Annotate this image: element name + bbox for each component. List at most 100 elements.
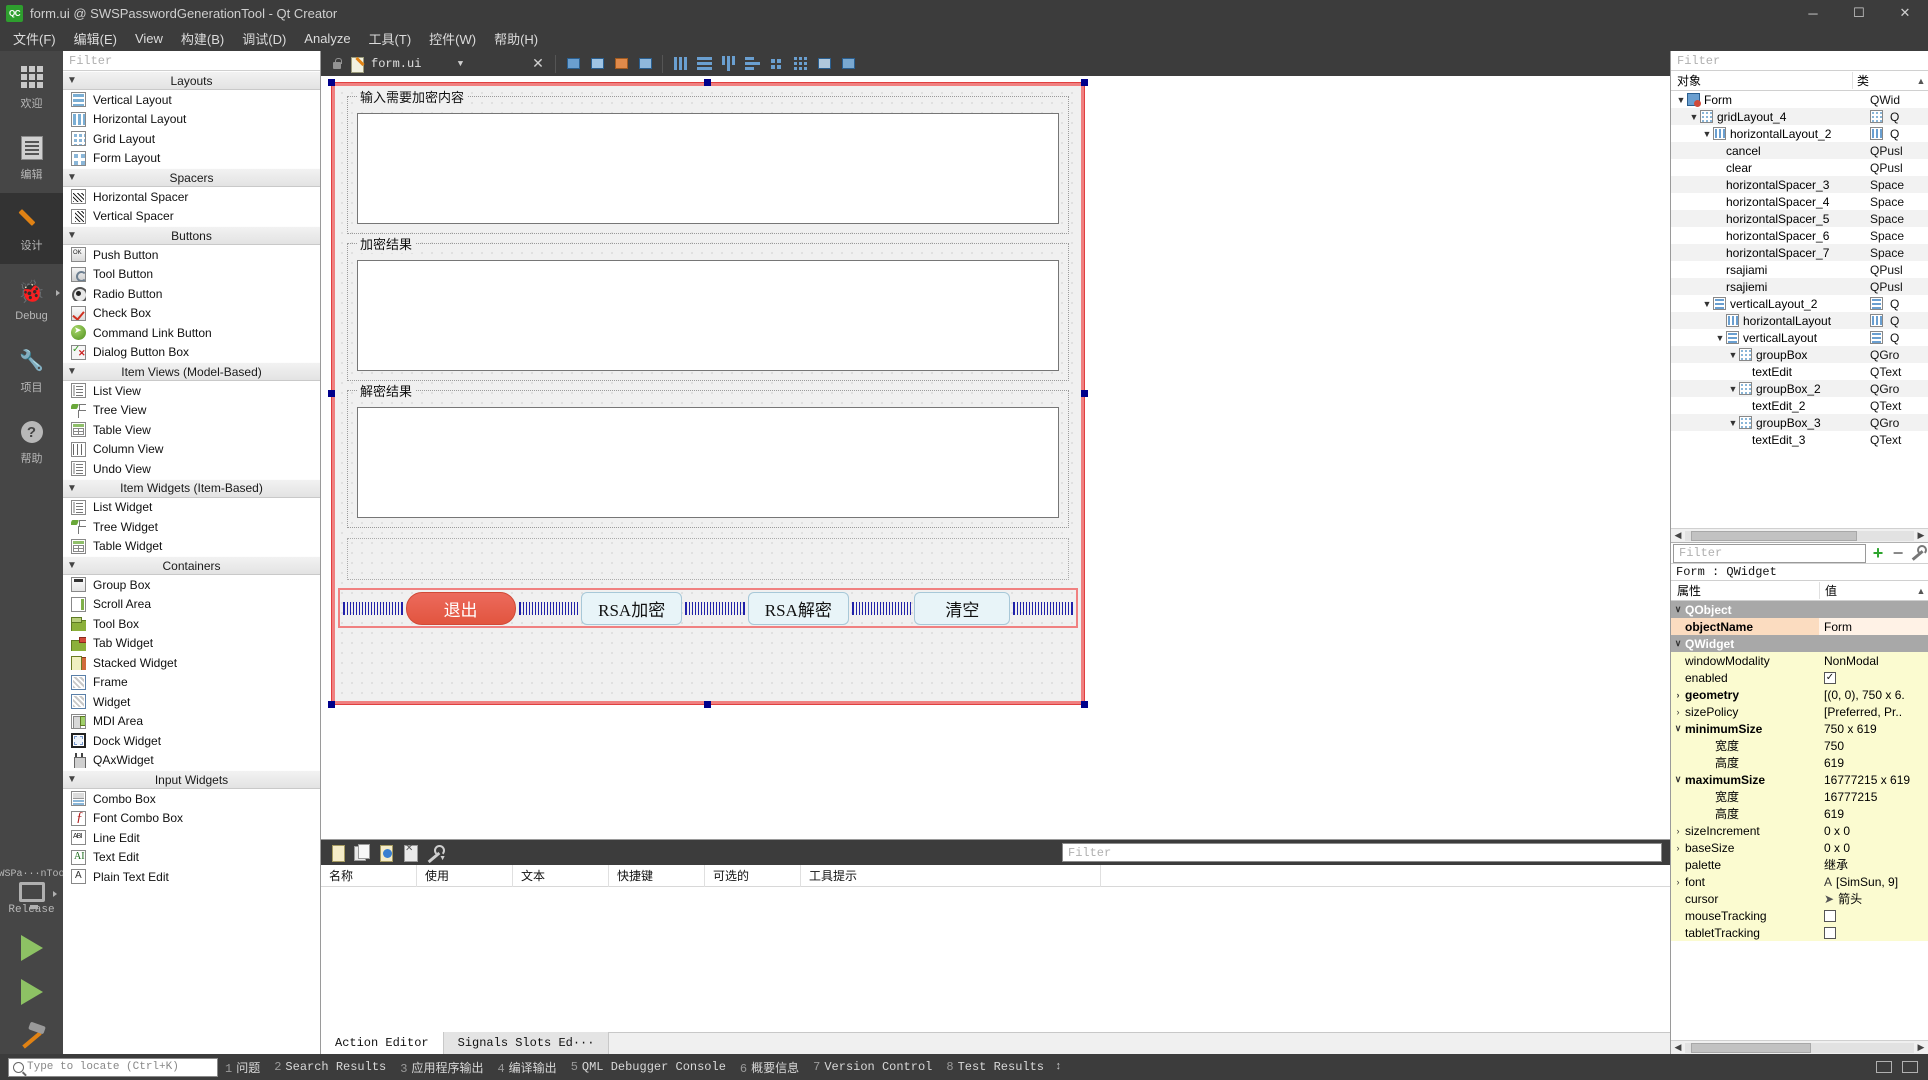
output-pane-应用程序输出[interactable]: 3 应用程序输出	[393, 1059, 490, 1076]
property-table[interactable]: ∨ QObject objectName Form ∨ QWidget windowModa…	[1671, 601, 1928, 1040]
widget-category-spacers[interactable]: ▼ Spacers	[63, 168, 320, 187]
property-row[interactable]: › baseSize 0 x 0	[1671, 839, 1928, 856]
hscroll-track[interactable]	[1685, 530, 1914, 541]
mode-编辑[interactable]: 编辑	[0, 122, 63, 193]
object-tree-row[interactable]: textEdit_2 QText	[1671, 397, 1928, 414]
hammer-icon[interactable]	[19, 1022, 45, 1048]
prop-hscroll-thumb[interactable]	[1691, 1042, 1811, 1053]
output-pane-QML Debugger Console[interactable]: 5 QML Debugger Console	[564, 1060, 733, 1074]
widget-item-radio-button[interactable]: Radio Button	[63, 284, 320, 304]
object-tree-row[interactable]: horizontalSpacer_4 Space	[1671, 193, 1928, 210]
property-filter-input[interactable]: Filter	[1673, 543, 1866, 563]
object-tree-row[interactable]: cancel QPusl	[1671, 142, 1928, 159]
object-inspector-filter-input[interactable]: Filter	[1671, 51, 1928, 71]
chevron-down-icon[interactable]: ▼	[1688, 112, 1700, 122]
locator-input[interactable]: Type to locate (Ctrl+K)	[8, 1057, 218, 1077]
property-row[interactable]: cursor ➤ 箭头	[1671, 890, 1928, 907]
widget-item-list-view[interactable]: List View	[63, 381, 320, 401]
maximize-button[interactable]: ☐	[1836, 0, 1882, 26]
layout-form-icon[interactable]	[765, 53, 787, 75]
widget-category-buttons[interactable]: ▼ Buttons	[63, 226, 320, 245]
break-layout-icon[interactable]	[813, 53, 835, 75]
widget-item-push-button[interactable]: Push Button	[63, 245, 320, 265]
widget-item-form-layout[interactable]: Form Layout	[63, 149, 320, 169]
widget-category-item-widgets-item-based-[interactable]: ▼ Item Widgets (Item-Based)	[63, 478, 320, 498]
property-row[interactable]: › geometry [(0, 0), 750 x 6.	[1671, 686, 1928, 703]
configure-icon[interactable]	[1908, 543, 1928, 563]
widget-item-frame[interactable]: Frame	[63, 673, 320, 693]
property-row[interactable]: › sizeIncrement 0 x 0	[1671, 822, 1928, 839]
adjust-size-icon[interactable]	[837, 53, 859, 75]
widget-item-table-view[interactable]: Table View	[63, 420, 320, 440]
object-tree-row[interactable]: horizontalSpacer_3 Space	[1671, 176, 1928, 193]
property-row[interactable]: mouseTracking	[1671, 907, 1928, 924]
hscroll-left-icon[interactable]: ◀	[1671, 530, 1685, 541]
group-box-encrypt-result[interactable]: 加密结果	[347, 234, 1069, 381]
new-action-icon[interactable]	[329, 844, 347, 862]
hscroll-right-icon[interactable]: ▶	[1914, 530, 1928, 541]
chevron-down-icon[interactable]: ∨	[1671, 638, 1685, 649]
output-pane-Test Results[interactable]: 8 Test Results	[939, 1060, 1051, 1074]
prop-hscroll-track[interactable]	[1685, 1042, 1914, 1053]
horizontal-layout-empty[interactable]	[347, 538, 1069, 580]
property-row[interactable]: ∨ minimumSize 750 x 619	[1671, 720, 1928, 737]
object-tree-row[interactable]: ▼ groupBox_2 QGro	[1671, 380, 1928, 397]
selection-handle-top-center[interactable]	[704, 79, 711, 86]
hscroll-thumb[interactable]	[1691, 530, 1857, 541]
widget-item-tree-view[interactable]: Tree View	[63, 401, 320, 421]
property-scroll-up-icon[interactable]: ▲	[1914, 586, 1928, 596]
output-pane-toggle-icon[interactable]	[1876, 1061, 1892, 1073]
widget-item-tool-button[interactable]: Tool Button	[63, 265, 320, 285]
menu-item-2[interactable]: View	[126, 28, 172, 49]
selection-handle-bottom-center[interactable]	[704, 701, 711, 708]
object-tree-row[interactable]: horizontalSpacer_6 Space	[1671, 227, 1928, 244]
action-column-header-0[interactable]: 名称	[321, 865, 417, 887]
object-tree-row[interactable]: ▼ verticalLayout Q	[1671, 329, 1928, 346]
chevron-down-icon[interactable]: ▼	[1701, 129, 1713, 139]
selection-handle-mid-right[interactable]	[1081, 390, 1088, 397]
object-tree-row[interactable]: textEdit_3 QText	[1671, 431, 1928, 448]
widget-item-dialog-button-box[interactable]: Dialog Button Box	[63, 343, 320, 363]
edit-widgets-icon[interactable]	[562, 53, 584, 75]
bottom-tab-0[interactable]: Action Editor	[321, 1032, 444, 1054]
widget-item-group-box[interactable]: Group Box	[63, 575, 320, 595]
widget-item-horizontal-layout[interactable]: Horizontal Layout	[63, 110, 320, 130]
widget-item-font-combo-box[interactable]: Font Combo Box	[63, 809, 320, 829]
action-editor-filter-input[interactable]: Filter	[1062, 843, 1662, 862]
rsa-encrypt-button[interactable]: RSA加密	[581, 591, 683, 625]
chevron-down-icon[interactable]: ∨	[1671, 774, 1685, 785]
run-debug-icon[interactable]	[20, 979, 43, 1005]
open-document-combo[interactable]: form.ui ▼	[325, 53, 525, 74]
rsa-decrypt-button[interactable]: RSA解密	[747, 591, 849, 625]
menu-item-0[interactable]: 文件(F)	[4, 26, 65, 51]
property-row[interactable]: › font A [SimSun, 9]	[1671, 873, 1928, 890]
chevron-right-icon[interactable]: ›	[1671, 843, 1685, 853]
property-row[interactable]: objectName Form	[1671, 618, 1928, 635]
menu-item-1[interactable]: 编辑(E)	[65, 26, 126, 51]
form-design-canvas[interactable]: 输入需要加密内容 加密结果 解密结果 退出 RSA加密 RSA解密 清空	[321, 76, 1670, 839]
text-edit-decrypt-result[interactable]	[357, 407, 1059, 518]
selection-handle-top-left[interactable]	[328, 79, 335, 86]
object-tree-row[interactable]: ▼ groupBox QGro	[1671, 346, 1928, 363]
add-property-button[interactable]: +	[1868, 543, 1888, 563]
output-pane-问题[interactable]: 1 问题	[218, 1059, 267, 1076]
object-tree-hscrollbar[interactable]: ◀ ▶	[1671, 528, 1928, 542]
chevron-right-icon[interactable]: ›	[1671, 877, 1685, 887]
object-tree-list[interactable]: ▼ Form QWid ▼ gridLayout_4 Q ▼ horizontalLayout…	[1671, 91, 1928, 528]
widget-category-item-views-model-based-[interactable]: ▼ Item Views (Model-Based)	[63, 362, 320, 381]
chevron-right-icon[interactable]: ›	[1671, 826, 1685, 836]
widget-item-tool-box[interactable]: Tool Box	[63, 614, 320, 634]
widget-item-check-box[interactable]: Check Box	[63, 304, 320, 324]
property-checkbox[interactable]	[1824, 926, 1836, 939]
widget-item-mdi-area[interactable]: MDI Area	[63, 712, 320, 732]
property-row[interactable]: 高度 619	[1671, 805, 1928, 822]
selection-handle-bottom-right[interactable]	[1081, 701, 1088, 708]
chevron-down-icon[interactable]: ▼	[1675, 95, 1687, 105]
widget-item-vertical-layout[interactable]: Vertical Layout	[63, 90, 320, 110]
object-tree-row[interactable]: horizontalSpacer_5 Space	[1671, 210, 1928, 227]
output-pane-编译输出[interactable]: 4 编译输出	[490, 1059, 563, 1076]
output-pane-updown-icon[interactable]: ↕	[1055, 1061, 1062, 1073]
widget-item-column-view[interactable]: Column View	[63, 440, 320, 460]
edit-signals-slots-icon[interactable]	[586, 53, 608, 75]
horizontal-spacer-5[interactable]	[685, 601, 745, 615]
